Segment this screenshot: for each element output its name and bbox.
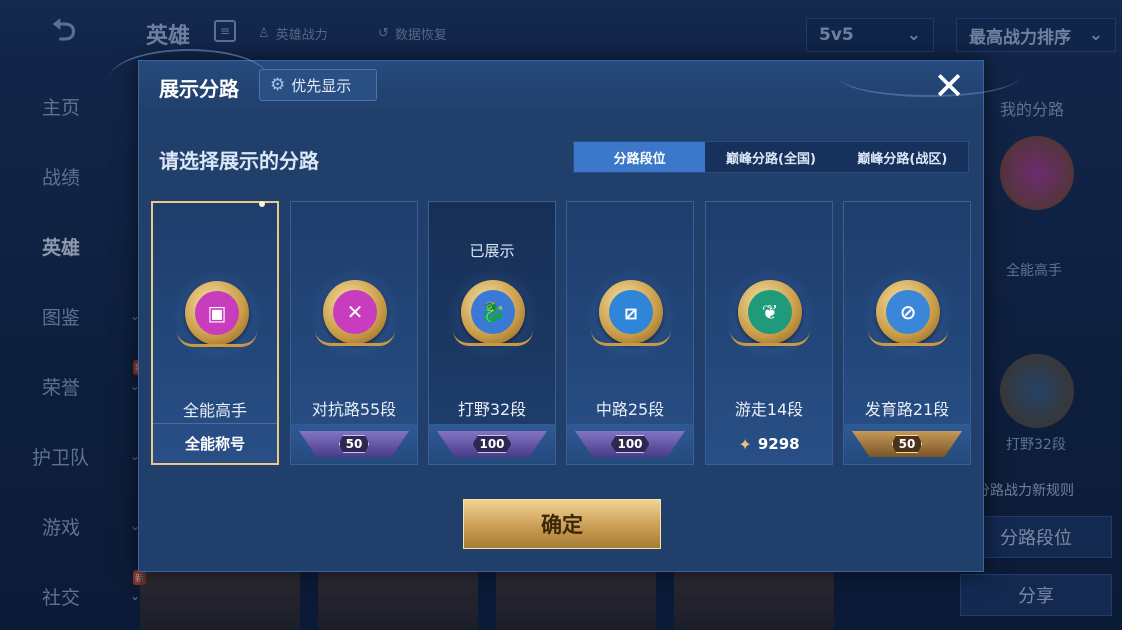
route-card-bot-lane[interactable]: ⊘ 发育路21段 50 [843,201,971,465]
dialog-title: 展示分路 [159,77,239,101]
dragon-icon: 🐉 [471,290,515,334]
rank-badge: 🐉 [447,268,539,360]
route-tabs: 分路段位 巅峰分路(全国) 巅峰分路(战区) [573,141,969,173]
card-name: 全能高手 [182,401,247,420]
wings-icon: ❦ [748,290,792,334]
tab-route-rank[interactable]: 分路段位 [574,142,706,172]
card-footer: 全能称号 [153,423,277,463]
route-card-jungle[interactable]: 已展示 🐉 打野32段 100 [428,201,556,465]
rank-badge: ⧄ [585,268,677,360]
rank-badge: ❦ [724,268,816,360]
gear-icon: ⚙ [270,75,286,95]
rank-stars-plate: 100 [575,431,685,457]
shown-status: 已展示 [469,242,515,260]
crossed-swords-icon: ✕ [333,290,377,334]
card-name: 游走14段 [734,400,804,419]
diamond-icon: ✦ [738,434,752,454]
rank-stars-plate: 50 [299,431,409,457]
rank-badge: ▣ [171,269,263,361]
card-footer: 100 [567,424,693,464]
tab-peak-region[interactable]: 巅峰分路(战区) [837,142,968,172]
target-icon: ⊘ [886,290,930,334]
route-card-roam[interactable]: ❦ 游走14段 ✦ 9298 [705,201,833,465]
card-name: 中路25段 [595,400,665,419]
route-cards: ▣ 全能高手 全能称号 ✕ 对抗路55段 50 已展示 🐉 打野32段 100 … [151,201,973,467]
card-footer: 50 [844,424,970,464]
card-name: 对抗路55段 [311,400,397,419]
rank-badge: ✕ [309,268,401,360]
dialog-subtitle: 请选择展示的分路 [159,149,319,173]
priority-display-label: 优先显示 [291,76,352,95]
rank-stars-plate: 50 [852,431,962,457]
route-card-all-rounder[interactable]: ▣ 全能高手 全能称号 [151,201,279,465]
slash-icon: ⧄ [609,290,653,334]
corner-sparkle [259,201,265,207]
card-name: 打野32段 [457,400,527,419]
route-card-top-lane[interactable]: ✕ 对抗路55段 50 [290,201,418,465]
card-name: 发育路21段 [864,400,950,419]
priority-display-button[interactable]: ⚙ 优先显示 [259,69,377,101]
all-rounder-icon: ▣ [195,291,239,335]
confirm-button[interactable]: 确定 [463,499,661,549]
rank-badge: ⊘ [862,268,954,360]
tab-peak-national[interactable]: 巅峰分路(全国) [705,142,836,172]
show-route-dialog: 展示分路 ⚙ 优先显示 ✕ 请选择展示的分路 分路段位 巅峰分路(全国) 巅峰分… [109,49,1019,572]
card-footer: ✦ 9298 [738,434,800,454]
card-footer: 100 [429,424,555,464]
rank-stars-plate: 100 [437,431,547,457]
close-icon[interactable]: ✕ [929,67,969,107]
route-card-mid-lane[interactable]: ⧄ 中路25段 100 [566,201,694,465]
card-footer: 50 [291,424,417,464]
